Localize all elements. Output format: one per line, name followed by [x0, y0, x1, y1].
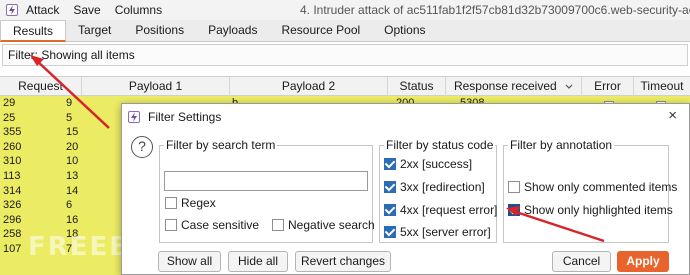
annotation-group-label: Filter by annotation [508, 138, 615, 152]
status-2xx-checkbox[interactable] [384, 158, 396, 170]
payload-1-cell: 13 [66, 170, 79, 182]
revert-changes-button[interactable]: Revert changes [295, 251, 391, 272]
negative-search-checkbox[interactable] [272, 219, 284, 231]
close-icon[interactable]: × [668, 107, 677, 124]
show-commented-label: Show only commented items [524, 180, 678, 194]
negative-search-checkbox-row[interactable]: Negative search [272, 218, 375, 232]
column-error[interactable]: Error [582, 77, 634, 96]
show-highlighted-row[interactable]: Show only highlighted items [508, 203, 673, 217]
status-3xx-desc: [redirection] [422, 180, 485, 194]
payload-1-cell: 15 [66, 126, 79, 139]
status-4xx-code: 4xx [400, 203, 419, 217]
tab-options[interactable]: Options [372, 20, 437, 42]
request-cell: 260 [3, 140, 22, 153]
request-cell: 355 [3, 126, 22, 139]
hide-all-button[interactable]: Hide all [228, 251, 288, 272]
tab-target[interactable]: Target [66, 20, 123, 42]
request-cell: 25 [3, 111, 16, 124]
annotation-group: Filter by annotation Show only commented… [503, 138, 677, 243]
search-term-group-label: Filter by search term [164, 138, 278, 152]
regex-checkbox-row[interactable]: Regex [165, 196, 216, 210]
burp-app-icon [128, 111, 140, 123]
column-response-received[interactable]: Response received [446, 77, 582, 96]
case-sensitive-checkbox-row[interactable]: Case sensitive [165, 218, 259, 232]
request-cell: 29 [3, 97, 16, 109]
payload-1-cell: 20 [66, 140, 79, 153]
column-status[interactable]: Status [388, 77, 446, 96]
request-cell: 296 [3, 213, 22, 226]
status-4xx-checkbox[interactable] [384, 204, 396, 216]
status-3xx-checkbox[interactable] [384, 181, 396, 193]
column-payload-1[interactable]: Payload 1 [82, 77, 230, 96]
filter-bar[interactable]: Filter: Showing all items [2, 44, 688, 66]
help-icon[interactable]: ? [131, 136, 153, 158]
request-cell: 310 [3, 155, 22, 168]
menu-columns[interactable]: Columns [115, 3, 162, 17]
search-term-input[interactable] [164, 171, 368, 191]
window-title: 4. Intruder attack of ac511fab1f2f57cb81… [300, 3, 690, 17]
tab-bar: Results Target Positions Payloads Resour… [0, 20, 690, 42]
payload-1-cell: 9 [66, 97, 73, 109]
dialog-title-bar: Filter Settings × [122, 104, 689, 130]
status-2xx-row[interactable]: 2xx [success] [384, 157, 472, 171]
tab-payloads[interactable]: Payloads [196, 20, 269, 42]
search-term-group: Filter by search term Regex Case sensiti… [159, 138, 375, 243]
show-commented-row[interactable]: Show only commented items [508, 180, 677, 194]
payload-1-cell: 10 [66, 155, 79, 168]
status-code-group: Filter by status code 2xx [success] 3xx … [379, 138, 497, 243]
menu-save[interactable]: Save [73, 3, 100, 17]
status-3xx-row[interactable]: 3xx [redirection] [384, 180, 485, 194]
column-timeout[interactable]: Timeout [634, 77, 690, 96]
status-5xx-desc: [server error] [422, 225, 491, 239]
menu-attack[interactable]: Attack [26, 3, 59, 17]
apply-button[interactable]: Apply [617, 251, 669, 272]
request-cell: 314 [3, 184, 22, 197]
status-5xx-code: 5xx [400, 225, 419, 239]
status-2xx-desc: [success] [422, 157, 473, 171]
show-highlighted-checkbox[interactable] [508, 204, 520, 216]
burp-app-icon [6, 4, 18, 16]
regex-label: Regex [181, 196, 216, 210]
dropdown-arrow-icon [565, 77, 573, 95]
cancel-button[interactable]: Cancel [552, 251, 611, 272]
column-payload-2[interactable]: Payload 2 [230, 77, 388, 96]
status-4xx-row[interactable]: 4xx [request error] [384, 203, 497, 217]
request-cell: 113 [3, 170, 21, 182]
case-sensitive-label: Case sensitive [181, 218, 260, 232]
payload-1-cell: 6 [66, 199, 73, 212]
status-5xx-checkbox[interactable] [384, 226, 396, 238]
filter-settings-dialog: Filter Settings × ? Filter by search ter… [121, 103, 690, 275]
column-response-received-label: Response received [453, 79, 557, 93]
status-3xx-code: 3xx [400, 180, 419, 194]
payload-1-cell: 16 [66, 213, 79, 226]
tab-resource-pool[interactable]: Resource Pool [269, 20, 372, 42]
status-2xx-code: 2xx [400, 157, 419, 171]
status-4xx-desc: [request error] [422, 203, 498, 217]
payload-1-cell: 14 [66, 184, 79, 197]
negative-search-label: Negative search [288, 218, 375, 232]
dialog-title: Filter Settings [148, 110, 222, 124]
payload-1-cell: 5 [66, 111, 73, 124]
show-all-button[interactable]: Show all [158, 251, 221, 272]
menubar: Attack Save Columns 4. Intruder attack o… [0, 0, 690, 20]
request-cell: 107 [3, 243, 22, 255]
tab-positions[interactable]: Positions [123, 20, 196, 42]
request-cell: 258 [3, 228, 22, 241]
results-table-header: Request Payload 1 Payload 2 Status Respo… [0, 76, 690, 96]
tab-results[interactable]: Results [0, 20, 67, 42]
regex-checkbox[interactable] [165, 197, 177, 209]
column-request[interactable]: Request [0, 77, 82, 96]
show-highlighted-label: Show only highlighted items [524, 203, 673, 217]
status-code-group-label: Filter by status code [384, 138, 496, 152]
request-cell: 326 [3, 199, 22, 212]
case-sensitive-checkbox[interactable] [165, 219, 177, 231]
show-commented-checkbox[interactable] [508, 181, 520, 193]
status-5xx-row[interactable]: 5xx [server error] [384, 225, 491, 239]
